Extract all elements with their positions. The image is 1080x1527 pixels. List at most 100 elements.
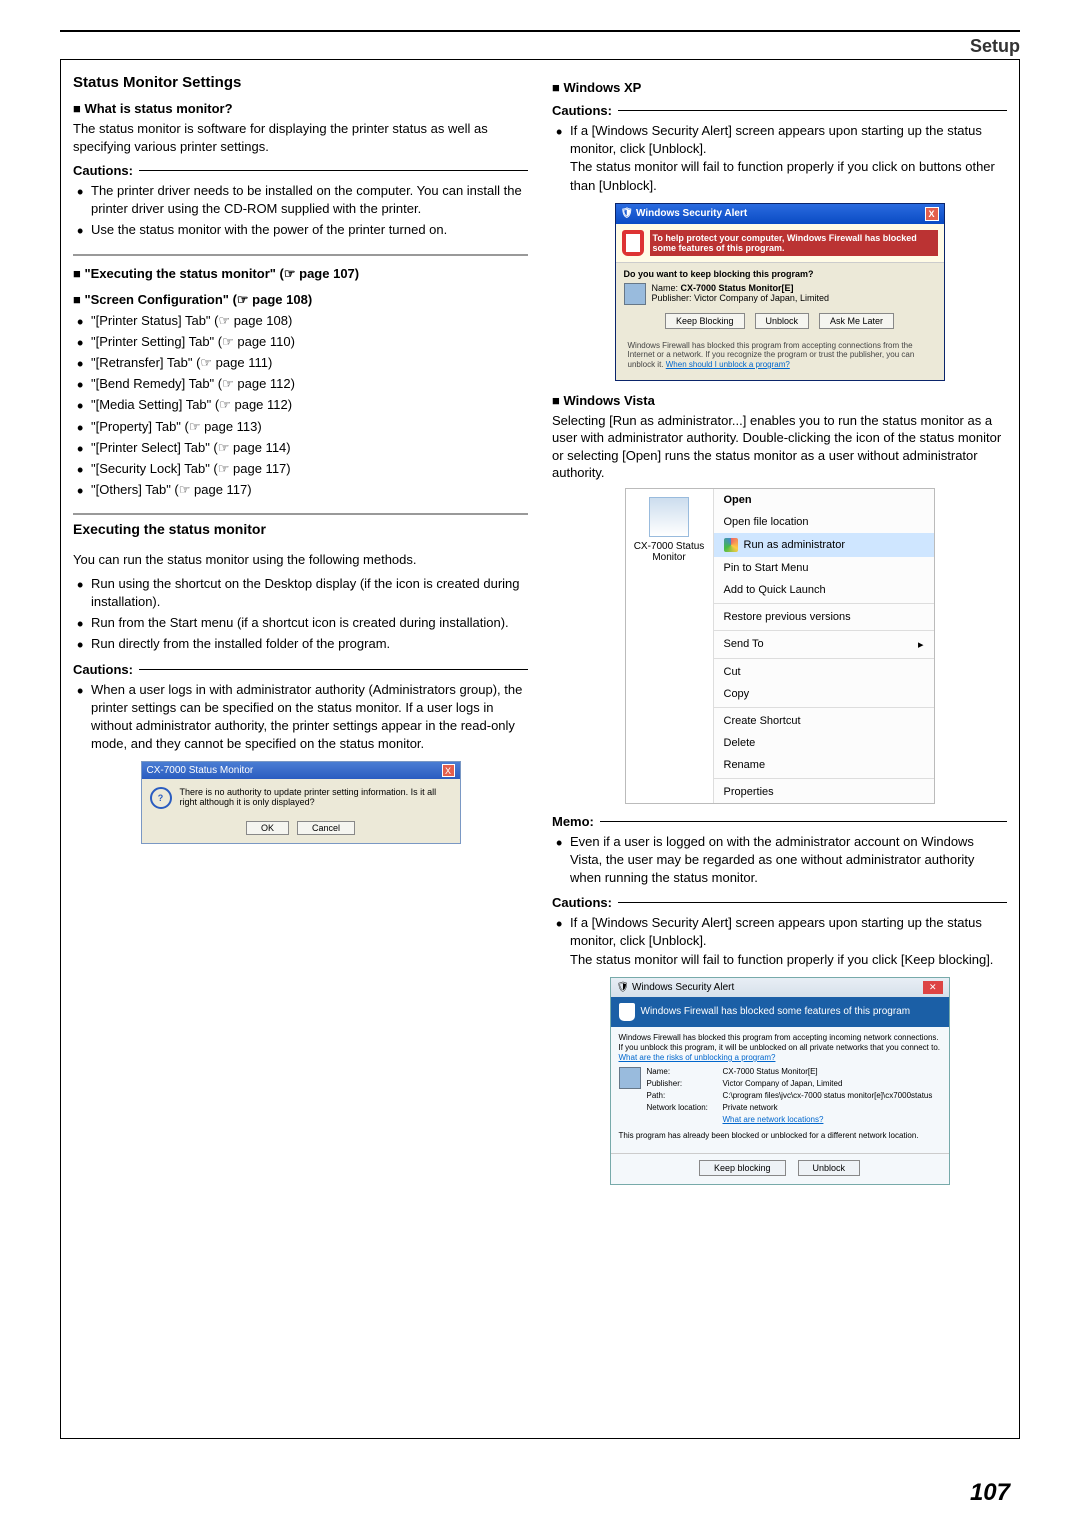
vista-security-alert: 🛡 Windows Security Alert ✕ Windows Firew…	[610, 977, 950, 1185]
name-value: CX-7000 Status Monitor[E]	[681, 283, 794, 293]
context-menu-item[interactable]: Create Shortcut	[714, 710, 934, 732]
screen-config-heading: "Screen Configuration" (☞ page 108)	[73, 292, 528, 308]
left-column: Status Monitor Settings What is status m…	[73, 70, 528, 1418]
page-header: Setup	[60, 36, 1020, 57]
context-menu-item[interactable]: Properties	[714, 781, 934, 803]
tab-link-item: "[Others] Tab" (☞ page 117)	[77, 481, 528, 499]
executing-heading: Executing the status monitor	[73, 521, 528, 537]
section-title: Status Monitor Settings	[73, 74, 528, 91]
context-menu-item[interactable]: Run as administrator	[714, 533, 934, 557]
cautions-label: Cautions:	[552, 103, 612, 118]
xp-footer-link[interactable]: When should I unblock a program?	[666, 360, 790, 369]
shield-icon	[619, 1003, 635, 1021]
vista-context-menu: CX-7000 Status Monitor OpenOpen file loc…	[625, 488, 935, 804]
context-menu-item[interactable]: Restore previous versions	[714, 606, 934, 628]
program-icon	[624, 283, 646, 305]
path-label: Path:	[647, 1091, 717, 1101]
vista-body: Selecting [Run as administrator...] enab…	[552, 412, 1007, 482]
va-bar-text: Windows Firewall has blocked some featur…	[641, 1006, 911, 1017]
context-menu-item[interactable]: Delete	[714, 732, 934, 754]
context-menu-item[interactable]: Open	[714, 489, 934, 511]
cx-dialog-message: There is no authority to update printer …	[180, 787, 452, 807]
memo-item: Even if a user is logged on with the adm…	[556, 833, 1007, 888]
publisher-value: Victor Company of Japan, Limited	[723, 1079, 933, 1089]
publisher-label: Publisher:	[647, 1079, 717, 1089]
shield-icon: 🛡	[621, 208, 634, 219]
shield-icon	[724, 538, 738, 552]
context-menu-item[interactable]: Pin to Start Menu	[714, 557, 934, 579]
context-menu-item[interactable]: Copy	[714, 683, 934, 705]
va-lead-link[interactable]: What are the risks of unblocking a progr…	[619, 1053, 776, 1062]
xp-footer-text: Windows Firewall has blocked this progra…	[624, 337, 936, 374]
memo-label: Memo:	[552, 814, 594, 829]
exec-method-item: Run from the Start menu (if a shortcut i…	[77, 614, 528, 632]
name-label: Name:	[652, 283, 679, 293]
cautions-label: Cautions:	[552, 895, 612, 910]
name-label: Name:	[647, 1067, 717, 1077]
exec-method-item: Run directly from the installed folder o…	[77, 635, 528, 653]
tab-link-item: "[Retransfer] Tab" (☞ page 111)	[77, 354, 528, 372]
caution-item: The printer driver needs to be installed…	[77, 182, 528, 218]
xp-security-alert: 🛡 Windows Security Alert X To help prote…	[615, 203, 945, 381]
close-icon[interactable]: X	[925, 207, 939, 221]
va-lead-text: Windows Firewall has blocked this progra…	[619, 1033, 941, 1063]
exec-method-item: Run using the shortcut on the Desktop di…	[77, 575, 528, 611]
chevron-right-icon: ▸	[918, 638, 924, 651]
caution-item: When a user logs in with administrator a…	[77, 681, 528, 754]
va-footer-text: This program has already been blocked or…	[619, 1131, 941, 1141]
name-value: CX-7000 Status Monitor[E]	[723, 1067, 933, 1077]
publisher-value: Victor Company of Japan, Limited	[694, 293, 829, 303]
vista-icon-label: CX-7000 Status Monitor	[630, 541, 709, 563]
cx-dialog-title: CX-7000 Status Monitor	[147, 765, 254, 776]
executing-body: You can run the status monitor using the…	[73, 551, 528, 569]
cautions-label: Cautions:	[73, 662, 133, 677]
path-value: C:\program files\jvc\cx-7000 status moni…	[723, 1091, 933, 1101]
context-menu-item[interactable]: Add to Quick Launch	[714, 579, 934, 601]
context-menu-item[interactable]: Send To▸	[714, 633, 934, 656]
what-is-heading: What is status monitor?	[73, 101, 528, 116]
context-menu-item[interactable]: Cut	[714, 661, 934, 683]
page-number: 107	[970, 1479, 1010, 1507]
what-is-body: The status monitor is software for displ…	[73, 120, 528, 155]
caution-item: Use the status monitor with the power of…	[77, 221, 528, 239]
windows-xp-heading: Windows XP	[552, 80, 1007, 95]
tab-link-item: "[Property] Tab" (☞ page 113)	[77, 418, 528, 436]
tab-link-item: "[Printer Select] Tab" (☞ page 114)	[77, 439, 528, 457]
va-alert-title: Windows Security Alert	[632, 982, 734, 993]
ok-button[interactable]: OK	[246, 821, 289, 835]
keep-blocking-button[interactable]: Keep Blocking	[665, 313, 745, 329]
network-label: Network location:	[647, 1103, 717, 1113]
question-icon: ?	[150, 787, 172, 809]
close-icon[interactable]: X	[442, 764, 455, 777]
network-value: Private network	[723, 1103, 933, 1113]
program-icon	[649, 497, 689, 537]
keep-blocking-button[interactable]: Keep blocking	[699, 1160, 786, 1176]
tab-link-item: "[Printer Setting] Tab" (☞ page 110)	[77, 333, 528, 351]
xp-warn-text: To help protect your computer, Windows F…	[650, 230, 938, 256]
shield-icon: 🛡	[617, 982, 630, 993]
xp-alert-title: Windows Security Alert	[636, 208, 747, 219]
caution-item: If a [Windows Security Alert] screen app…	[556, 122, 1007, 195]
exec-link-heading: "Executing the status monitor" (☞ page 1…	[73, 266, 528, 282]
cx-auth-dialog: CX-7000 Status Monitor X ? There is no a…	[141, 761, 461, 844]
cancel-button[interactable]: Cancel	[297, 821, 355, 835]
context-menu-item[interactable]: Open file location	[714, 511, 934, 533]
cautions-label: Cautions:	[73, 163, 133, 178]
network-locations-link[interactable]: What are network locations?	[723, 1115, 933, 1125]
tab-link-item: "[Security Lock] Tab" (☞ page 117)	[77, 460, 528, 478]
close-icon[interactable]: ✕	[923, 981, 943, 994]
tab-link-item: "[Bend Remedy] Tab" (☞ page 112)	[77, 375, 528, 393]
program-icon	[619, 1067, 641, 1089]
shield-icon	[622, 230, 644, 256]
unblock-button[interactable]: Unblock	[798, 1160, 861, 1176]
caution-item: If a [Windows Security Alert] screen app…	[556, 914, 1007, 969]
tab-link-item: "[Printer Status] Tab" (☞ page 108)	[77, 312, 528, 330]
context-menu-item[interactable]: Rename	[714, 754, 934, 776]
xp-question: Do you want to keep blocking this progra…	[624, 269, 936, 279]
publisher-label: Publisher:	[652, 293, 692, 303]
unblock-button[interactable]: Unblock	[755, 313, 810, 329]
windows-vista-heading: Windows Vista	[552, 393, 1007, 408]
tab-link-item: "[Media Setting] Tab" (☞ page 112)	[77, 396, 528, 414]
right-column: Windows XP Cautions: If a [Windows Secur…	[552, 70, 1007, 1418]
ask-later-button[interactable]: Ask Me Later	[819, 313, 894, 329]
